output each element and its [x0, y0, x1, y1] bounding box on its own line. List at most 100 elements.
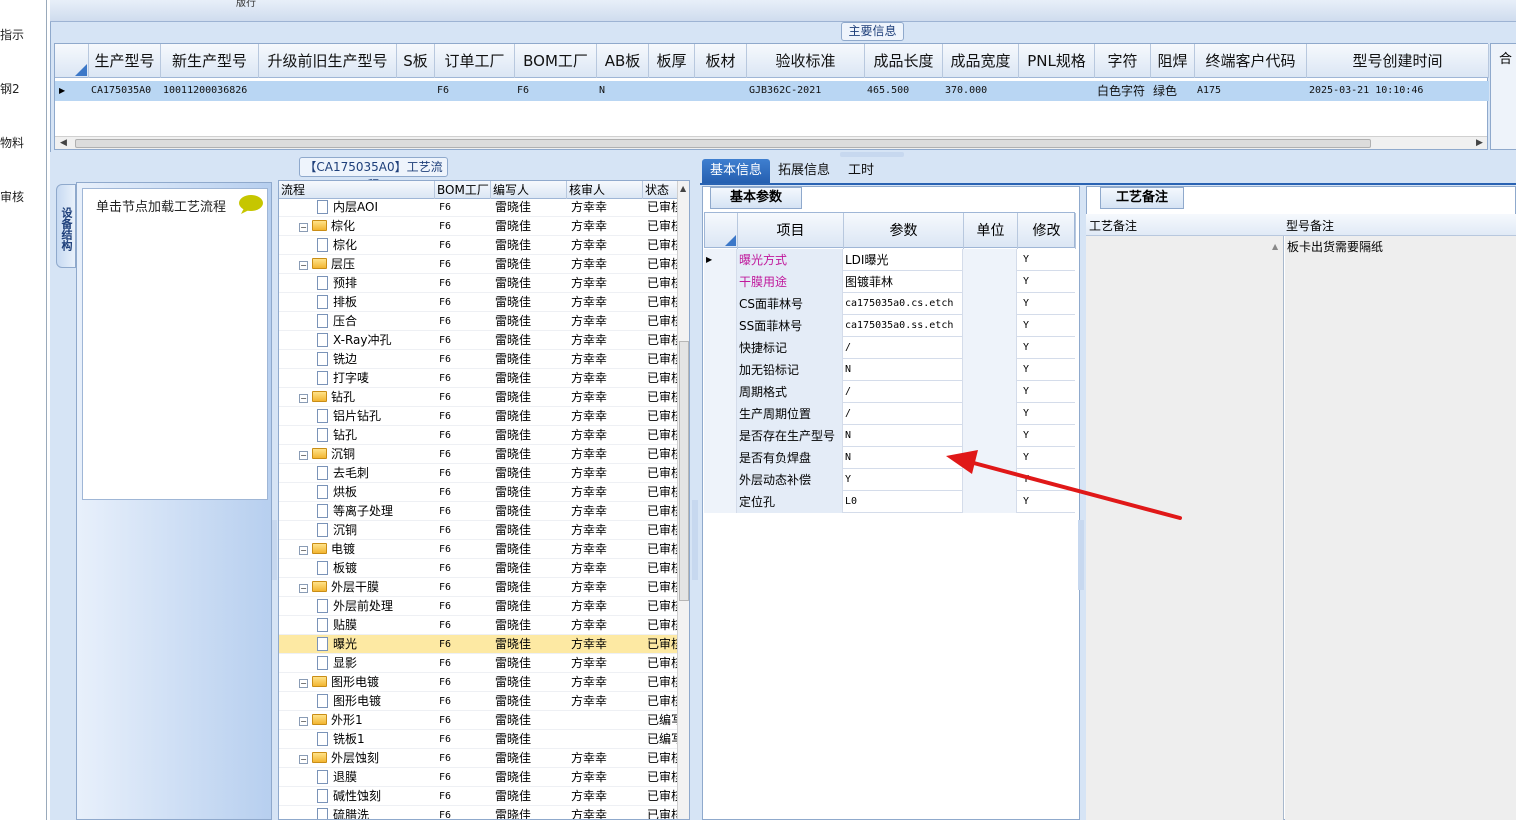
- param-cell-unit[interactable]: [963, 249, 1017, 271]
- column-header[interactable]: 验收标准: [747, 44, 865, 78]
- column-header[interactable]: 字符: [1095, 44, 1151, 78]
- tree-node[interactable]: − 电镀: [299, 540, 435, 559]
- tree-row[interactable]: 曝光 F6 雷晓佳 方幸幸 已审核: [279, 635, 677, 654]
- collapse-icon[interactable]: −: [299, 223, 308, 232]
- param-cell-unit[interactable]: [963, 491, 1017, 513]
- tree-node[interactable]: 沉铜: [317, 521, 435, 540]
- grid-cell[interactable]: [649, 81, 695, 101]
- collapse-icon[interactable]: −: [299, 584, 308, 593]
- tree-row[interactable]: 棕化 F6 雷晓佳 方幸幸 已审核: [279, 236, 677, 255]
- param-cell-item[interactable]: 干膜用途: [737, 271, 843, 293]
- tree-row[interactable]: 显影 F6 雷晓佳 方幸幸 已审核: [279, 654, 677, 673]
- param-row[interactable]: 是否有负焊盘 N Y: [704, 447, 1075, 469]
- param-row[interactable]: 定位孔 L0 Y: [704, 491, 1075, 513]
- tree-column-header[interactable]: 流程: [279, 181, 435, 199]
- left-nav-item[interactable]: 物料: [0, 134, 24, 151]
- process-note-field[interactable]: ▲: [1086, 236, 1284, 820]
- tree-row[interactable]: 预排 F6 雷晓佳 方幸幸 已审核: [279, 274, 677, 293]
- scroll-left-icon[interactable]: ◀: [60, 138, 67, 148]
- collapse-icon[interactable]: −: [299, 394, 308, 403]
- param-cell-item[interactable]: 生产周期位置: [737, 403, 843, 425]
- tree-node[interactable]: 排板: [317, 293, 435, 312]
- param-cell-item[interactable]: 周期格式: [737, 381, 843, 403]
- tree-column-header[interactable]: BOM工厂: [435, 181, 491, 199]
- collapse-icon[interactable]: −: [299, 717, 308, 726]
- tree-row[interactable]: − 沉铜 F6 雷晓佳 方幸幸 已审核: [279, 445, 677, 464]
- param-cell-param[interactable]: /: [843, 337, 963, 359]
- column-header[interactable]: 成品宽度: [943, 44, 1019, 78]
- scroll-right-icon[interactable]: ▶: [1476, 138, 1483, 148]
- vertical-splitter-handle[interactable]: [272, 520, 277, 580]
- tree-row[interactable]: − 钻孔 F6 雷晓佳 方幸幸 已审核: [279, 388, 677, 407]
- param-cell-unit[interactable]: [963, 271, 1017, 293]
- tree-row[interactable]: 铣边 F6 雷晓佳 方幸幸 已审核: [279, 350, 677, 369]
- param-cell-edit[interactable]: Y: [1017, 315, 1075, 337]
- collapse-icon[interactable]: −: [299, 679, 308, 688]
- tree-node[interactable]: − 沉铜: [299, 445, 435, 464]
- side-tab-equipment[interactable]: 设备结构: [56, 184, 76, 268]
- vertical-splitter-handle[interactable]: [692, 500, 698, 580]
- tree-row[interactable]: − 外形1 F6 雷晓佳 已编写: [279, 711, 677, 730]
- column-header[interactable]: 生产型号: [89, 44, 161, 78]
- param-cell-item[interactable]: 曝光方式: [737, 249, 843, 271]
- tree-row[interactable]: 外层前处理 F6 雷晓佳 方幸幸 已审核: [279, 597, 677, 616]
- param-cell-param[interactable]: ca175035a0.cs.etch: [843, 293, 963, 315]
- tree-row[interactable]: 退膜 F6 雷晓佳 方幸幸 已审核: [279, 768, 677, 787]
- param-cell-item[interactable]: 是否有负焊盘: [737, 447, 843, 469]
- tree-row[interactable]: 内层AOI F6 雷晓佳 方幸幸 已审核: [279, 198, 677, 217]
- tree-node[interactable]: 板镀: [317, 559, 435, 578]
- process-flow-tree[interactable]: 流程BOM工厂编写人核审人状态 内层AOIF6雷晓佳方幸幸已审核−棕化F6雷晓佳…: [278, 180, 690, 820]
- grid-cell[interactable]: [259, 81, 397, 101]
- tree-node[interactable]: 铝片钻孔: [317, 407, 435, 426]
- column-header[interactable]: 板材: [695, 44, 747, 78]
- param-row[interactable]: SS面菲林号 ca175035a0.ss.etch Y: [704, 315, 1075, 337]
- param-row[interactable]: 加无铅标记 N Y: [704, 359, 1075, 381]
- basic-params-title[interactable]: 基本参数: [710, 187, 802, 209]
- tree-node[interactable]: 铣板1: [317, 730, 435, 749]
- tree-vertical-scrollbar[interactable]: ▲: [677, 181, 689, 819]
- tree-row[interactable]: 等离子处理 F6 雷晓佳 方幸幸 已审核: [279, 502, 677, 521]
- main-grid-row[interactable]: ▶ CA175035A0 10011200036826 F6 F6 N GJB362C-20…: [55, 81, 1489, 101]
- tree-node[interactable]: 棕化: [317, 236, 435, 255]
- grid-cell[interactable]: 370.000: [943, 81, 1019, 101]
- main-info-grid[interactable]: 生产型号 新生产型号 升级前旧生产型号 S板 订单工厂 BOM工厂 AB板 板厚 板材 验收标准成…: [54, 43, 1489, 150]
- model-note-field[interactable]: 板卡出货需要隔纸: [1285, 236, 1516, 820]
- column-header[interactable]: 板厚: [649, 44, 695, 78]
- param-cell-edit[interactable]: Y: [1017, 403, 1075, 425]
- collapse-icon[interactable]: −: [299, 261, 308, 270]
- grid-cell[interactable]: 绿色: [1151, 81, 1195, 101]
- param-cell-param[interactable]: N: [843, 425, 963, 447]
- param-cell-unit[interactable]: [963, 381, 1017, 403]
- column-header[interactable]: PNL规格: [1019, 44, 1095, 78]
- grid-cell[interactable]: 465.500: [865, 81, 943, 101]
- param-cell-unit[interactable]: [963, 447, 1017, 469]
- param-cell-unit[interactable]: [963, 359, 1017, 381]
- tree-row[interactable]: − 电镀 F6 雷晓佳 方幸幸 已审核: [279, 540, 677, 559]
- tree-row[interactable]: 铣板1 F6 雷晓佳 已编写: [279, 730, 677, 749]
- left-nav-item[interactable]: 审核: [0, 188, 24, 205]
- column-header[interactable]: AB板: [597, 44, 649, 78]
- tree-node[interactable]: 打字唛: [317, 369, 435, 388]
- collapse-icon[interactable]: −: [299, 755, 308, 764]
- tree-node[interactable]: − 外层蚀刻: [299, 749, 435, 768]
- grid-cell[interactable]: [695, 81, 747, 101]
- param-cell-unit[interactable]: [963, 293, 1017, 315]
- param-cell-unit[interactable]: [963, 403, 1017, 425]
- param-cell-edit[interactable]: Y: [1017, 381, 1075, 403]
- param-cell-edit[interactable]: Y: [1017, 447, 1075, 469]
- tree-node[interactable]: 显影: [317, 654, 435, 673]
- param-column-header[interactable]: 项目: [738, 213, 844, 249]
- tree-node[interactable]: 硫腊洗: [317, 806, 435, 819]
- load-flow-hint[interactable]: 单击节点加载工艺流程: [96, 196, 226, 215]
- collapse-icon[interactable]: −: [299, 451, 308, 460]
- tree-node[interactable]: 退膜: [317, 768, 435, 787]
- tree-row[interactable]: − 层压 F6 雷晓佳 方幸幸 已审核: [279, 255, 677, 274]
- left-nav-item[interactable]: 钢2: [0, 80, 20, 97]
- column-header[interactable]: 新生产型号: [161, 44, 259, 78]
- param-cell-param[interactable]: Y: [843, 469, 963, 491]
- scroll-thumb[interactable]: [75, 139, 1371, 148]
- tree-row[interactable]: − 外层蚀刻 F6 雷晓佳 方幸幸 已审核: [279, 749, 677, 768]
- param-cell-item[interactable]: 定位孔: [737, 491, 843, 513]
- column-header[interactable]: 升级前旧生产型号: [259, 44, 397, 78]
- tree-column-header[interactable]: 编写人: [491, 181, 567, 199]
